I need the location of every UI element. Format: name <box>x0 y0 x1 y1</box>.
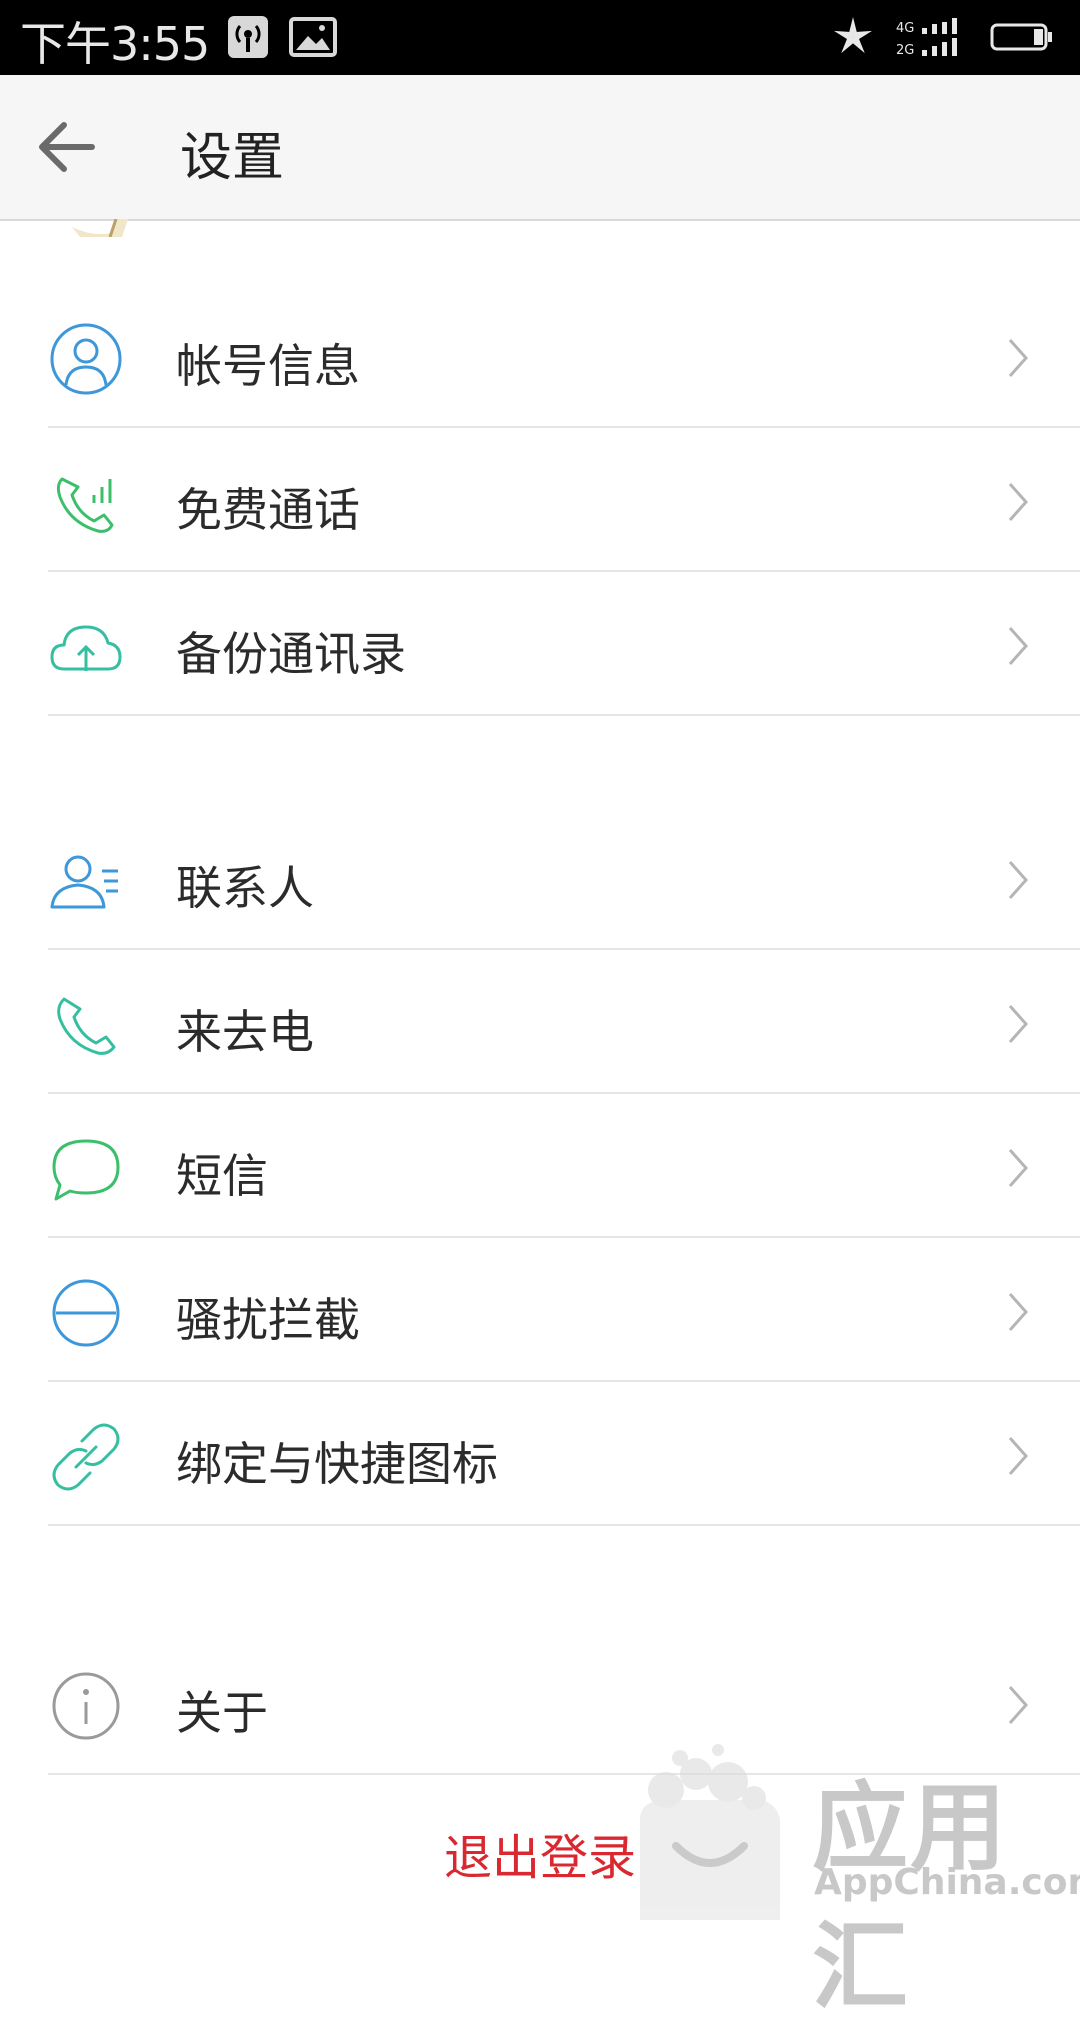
setting-row-backup-contacts[interactable]: 备份通讯录 <box>0 574 1080 716</box>
setting-label: 来去电 <box>176 1005 314 1059</box>
setting-row-contacts[interactable]: 联系人 <box>0 808 1080 950</box>
app-header: 设置 <box>0 75 1080 221</box>
cloud-upload-icon <box>50 625 122 671</box>
divider <box>48 1092 1080 1094</box>
setting-label: 联系人 <box>176 861 314 915</box>
setting-label: 关于 <box>176 1686 268 1740</box>
chevron-right-icon <box>1008 339 1029 377</box>
chevron-right-icon <box>1008 1437 1029 1475</box>
info-icon <box>52 1672 120 1740</box>
setting-label: 骚扰拦截 <box>176 1293 360 1347</box>
image-notification-icon <box>289 17 337 57</box>
avatar-peek <box>72 219 128 237</box>
setting-row-bind-shortcut[interactable]: 绑定与快捷图标 <box>0 1384 1080 1526</box>
chevron-right-icon <box>1008 483 1029 521</box>
setting-row-calls[interactable]: 来去电 <box>0 952 1080 1094</box>
network-2g-label: 2G <box>896 43 914 58</box>
status-time: 下午3:55 <box>20 17 210 71</box>
chevron-right-icon <box>1008 627 1029 665</box>
battery-icon <box>990 23 1052 51</box>
setting-row-free-call[interactable]: 免费通话 <box>0 430 1080 572</box>
divider <box>48 714 1080 716</box>
person-icon <box>50 323 122 395</box>
back-arrow-icon[interactable] <box>36 119 96 175</box>
divider <box>48 1380 1080 1382</box>
link-icon <box>52 1423 120 1491</box>
chevron-right-icon <box>1008 1149 1029 1187</box>
divider <box>48 1524 1080 1526</box>
hotspot-icon <box>228 16 268 58</box>
logout-button[interactable]: 退出登录 <box>444 1818 636 1888</box>
page-title: 设置 <box>180 128 285 188</box>
divider <box>48 426 1080 428</box>
signal-strength-icon: 4G 2G <box>896 18 957 58</box>
divider <box>48 948 1080 950</box>
setting-label: 免费通话 <box>176 483 360 537</box>
phone-icon <box>57 997 116 1055</box>
notification-flower-icon <box>833 17 873 54</box>
setting-label: 帐号信息 <box>176 339 360 393</box>
message-bubble-icon <box>52 1139 120 1201</box>
chevron-right-icon <box>1008 1686 1029 1724</box>
chevron-right-icon <box>1008 861 1029 899</box>
setting-label: 备份通讯录 <box>176 627 406 681</box>
phone-signal-icon <box>56 477 114 533</box>
chevron-right-icon <box>1008 1005 1029 1043</box>
setting-label: 绑定与快捷图标 <box>176 1437 498 1491</box>
setting-row-harassment-block[interactable]: 骚扰拦截 <box>0 1240 1080 1382</box>
status-bar: 下午3:55 4G 2G <box>0 0 1080 75</box>
setting-row-account-info[interactable]: 帐号信息 <box>0 286 1080 428</box>
chevron-right-icon <box>1008 1293 1029 1331</box>
divider <box>48 570 1080 572</box>
block-icon <box>52 1279 120 1347</box>
contacts-icon <box>50 855 118 909</box>
setting-row-sms[interactable]: 短信 <box>0 1096 1080 1238</box>
network-4g-label: 4G <box>896 21 914 36</box>
divider <box>48 1236 1080 1238</box>
setting-label: 短信 <box>176 1149 268 1203</box>
watermark-site: AppChina.com <box>814 1862 1080 1903</box>
